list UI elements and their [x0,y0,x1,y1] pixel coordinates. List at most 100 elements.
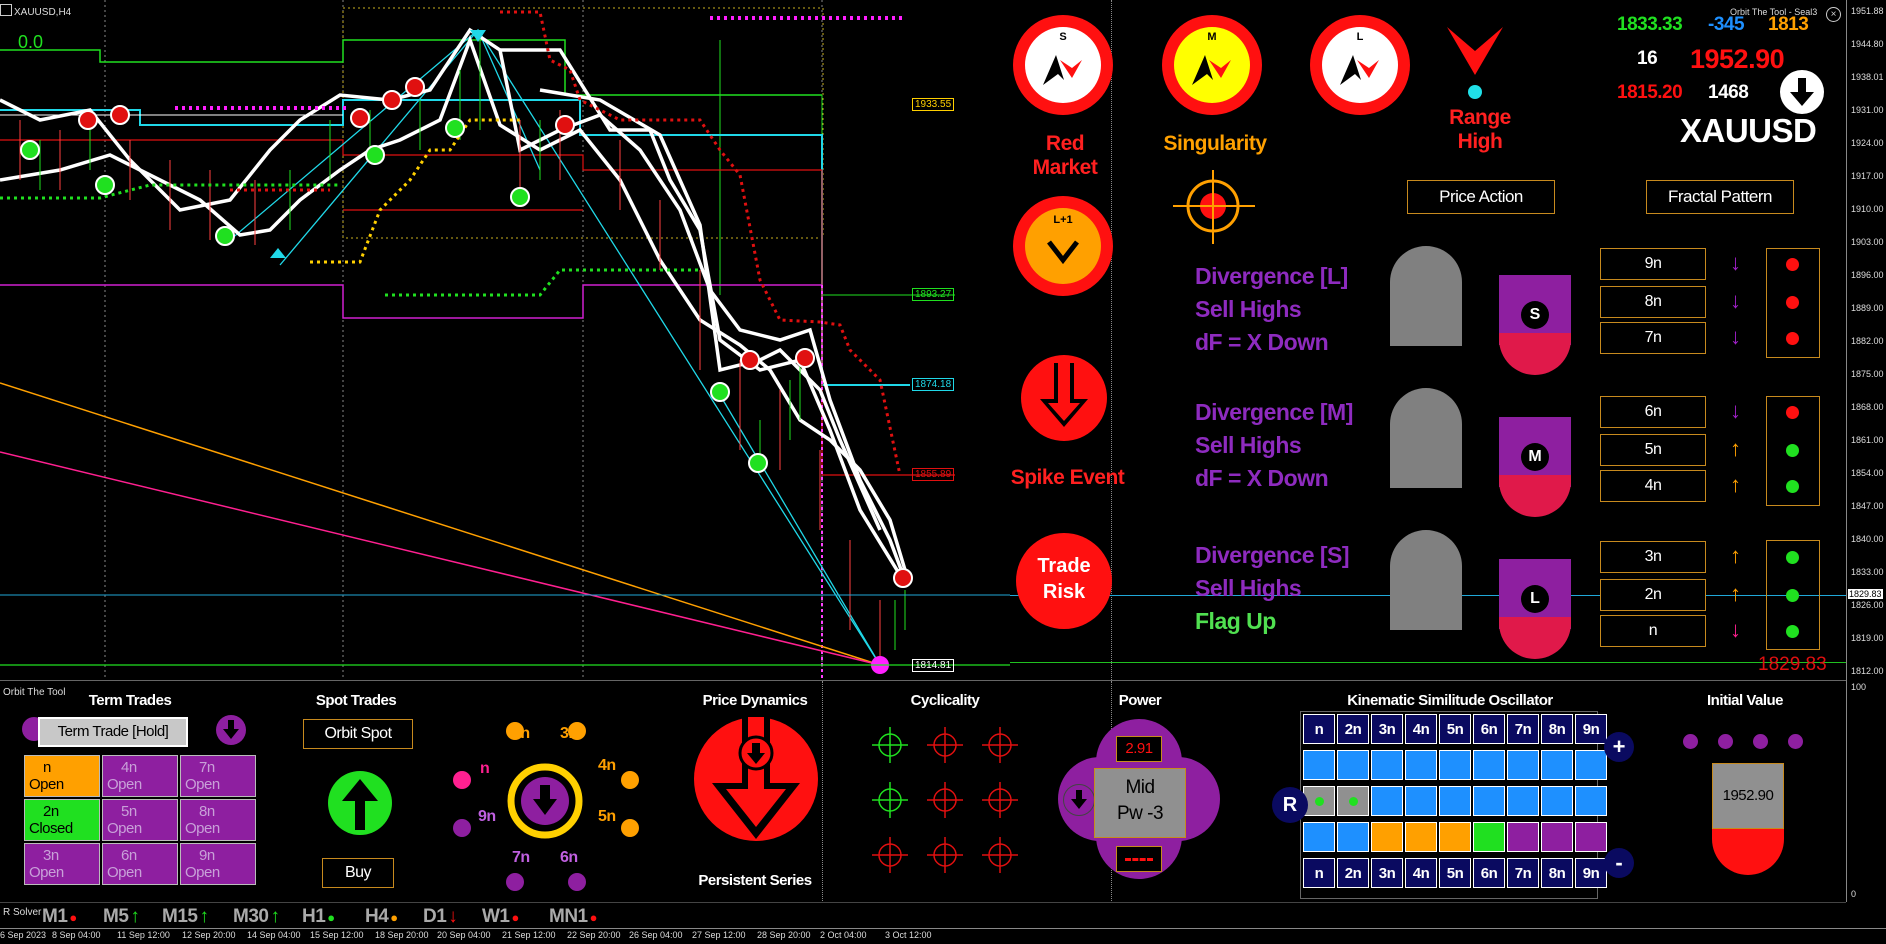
timeframe-h1[interactable]: H1 ● [302,906,335,928]
timeframe-h4[interactable]: H4 ● [365,906,398,928]
divergence-s-badge[interactable]: L [1499,559,1571,659]
kso-cell[interactable] [1303,750,1335,780]
kso-cell[interactable] [1541,750,1573,780]
timeframe-m5[interactable]: M5 ↑ [103,906,140,928]
term-trade-cell[interactable]: 7n Open [180,755,256,797]
order-level-6[interactable]: 3n [1600,541,1706,573]
term-cell-level: 9n [199,847,215,864]
term-trade-cell[interactable]: 2n Closed [24,799,100,841]
chart-canvas [0,0,1010,680]
timeframe-d1[interactable]: D1 ↓ [423,906,458,928]
l1-badge[interactable]: L+1 [1013,196,1113,296]
spike-event-badge[interactable] [1021,355,1107,441]
arrow-up-icon: ↑ [1730,581,1741,606]
term-trade-cell[interactable]: 6n Open [102,843,178,885]
term-trade-cell[interactable]: 5n Open [102,799,178,841]
time-axis-label: 6 Sep 2023 [0,930,47,940]
kso-cell[interactable] [1405,822,1437,852]
kso-cell[interactable] [1405,750,1437,780]
spike-event-label: Spike Event [1010,466,1125,489]
kso-cell[interactable] [1439,822,1471,852]
buy-button[interactable]: Buy [322,858,394,888]
fractal-pattern-button[interactable]: Fractal Pattern [1646,180,1794,214]
kso-cell[interactable] [1473,786,1505,816]
kso-cell[interactable] [1507,822,1539,852]
kso-cell[interactable] [1371,786,1403,816]
kso-cell[interactable] [1439,786,1471,816]
term-trade-cell[interactable]: 3n Open [24,843,100,885]
s-badge[interactable]: S [1013,15,1113,115]
order-level-2[interactable]: 7n [1600,322,1706,354]
kso-cell[interactable] [1473,750,1505,780]
close-indicator-icon[interactable]: × [1826,7,1841,22]
kso-cell[interactable] [1303,786,1335,816]
order-level-7[interactable]: 2n [1600,579,1706,611]
kso-cell[interactable] [1575,750,1607,780]
timeframe-m1[interactable]: M1 ● [42,906,77,928]
order-level-8[interactable]: n [1600,615,1706,647]
order-level-3[interactable]: 6n [1600,396,1706,428]
kso-cell[interactable] [1473,822,1505,852]
chart-menu-icon[interactable] [0,4,12,16]
divergence-m-badge[interactable]: M [1499,417,1571,517]
kso-plus-button[interactable]: + [1604,732,1634,762]
kso-cell[interactable] [1405,786,1437,816]
kso-cell[interactable] [1541,822,1573,852]
kso-cell[interactable] [1371,750,1403,780]
price-action-button[interactable]: Price Action [1407,180,1555,214]
bear-arrow-icon [1043,55,1082,85]
kso-cell[interactable] [1303,822,1335,852]
buy-up-arrow-icon[interactable] [328,771,392,835]
kso-cell[interactable] [1337,786,1369,816]
term-trade-cell[interactable]: n Open [24,755,100,797]
kso-cell[interactable] [1575,822,1607,852]
price-axis-label: 1951.88 [1851,6,1884,16]
status-dot-icon: ● [589,910,598,925]
time-axis[interactable]: 6 Sep 2023 8 Sep 04:00 11 Sep 12:00 12 Sep … [0,928,1886,944]
term-trade-hold-button[interactable]: Term Trade [Hold] [38,717,188,747]
kso-cell[interactable] [1541,786,1573,816]
status-dot-icon: ● [327,910,335,925]
order-level-5[interactable]: 4n [1600,470,1706,502]
kso-cell[interactable] [1439,750,1471,780]
kso-cell[interactable] [1337,822,1369,852]
divergence-l-badge[interactable]: S [1499,275,1571,375]
orbit-label-3n: 3n [560,725,578,742]
orbit-label-5n: 5n [598,808,616,825]
term-down-arrow-icon[interactable] [216,715,246,745]
power-mid-box: Mid Pw -3 [1094,768,1186,838]
kso-cell[interactable] [1371,822,1403,852]
persistent-series-icon [694,717,818,841]
signal-dots-group-1 [1766,248,1820,358]
term-trade-cell[interactable]: 9n Open [180,843,256,885]
price-axis-label: 1812.00 [1851,666,1884,676]
timeframe-mn1[interactable]: MN1 ● [549,906,598,928]
timeframe-m30[interactable]: M30 ↑ [233,906,280,928]
order-level-4[interactable]: 5n [1600,434,1706,466]
term-trade-cell[interactable]: 4n Open [102,755,178,797]
term-trade-cell[interactable]: 8n Open [180,799,256,841]
timeframe-m15[interactable]: M15 ↑ [162,906,209,928]
kso-reset-button[interactable]: R [1272,787,1308,823]
m-badge[interactable]: M [1162,15,1262,115]
price-axis[interactable]: 1951.88 1944.80 1938.01 1931.00 1924.00 1917.… [1846,0,1886,680]
trade-risk-button[interactable]: Trade Risk [1016,533,1112,629]
chart-symbol-title: XAUUSD,H4 [14,7,72,18]
time-axis-label: 27 Sep 12:00 [692,930,746,940]
kso-cell[interactable] [1507,786,1539,816]
divergence-l-badge-label: S [1521,301,1549,329]
kso-cell[interactable] [1337,750,1369,780]
kso-cell[interactable] [1507,750,1539,780]
chevron-down-icon [1047,240,1079,265]
orbit-spot-button[interactable]: Orbit Spot [303,719,413,749]
power-down-arrow-icon[interactable] [1063,784,1095,816]
l-badge[interactable]: L [1310,15,1410,115]
kso-minus-button[interactable]: - [1604,848,1634,878]
order-level-1[interactable]: 8n [1600,286,1706,318]
kso-column-label: 2n [1337,714,1369,744]
divergence-l-title: Divergence [L] [1195,263,1348,289]
price-axis-label: 1854.00 [1851,468,1884,478]
kso-cell[interactable] [1575,786,1607,816]
timeframe-w1[interactable]: W1 ● [482,906,519,928]
order-level-0[interactable]: 9n [1600,248,1706,280]
